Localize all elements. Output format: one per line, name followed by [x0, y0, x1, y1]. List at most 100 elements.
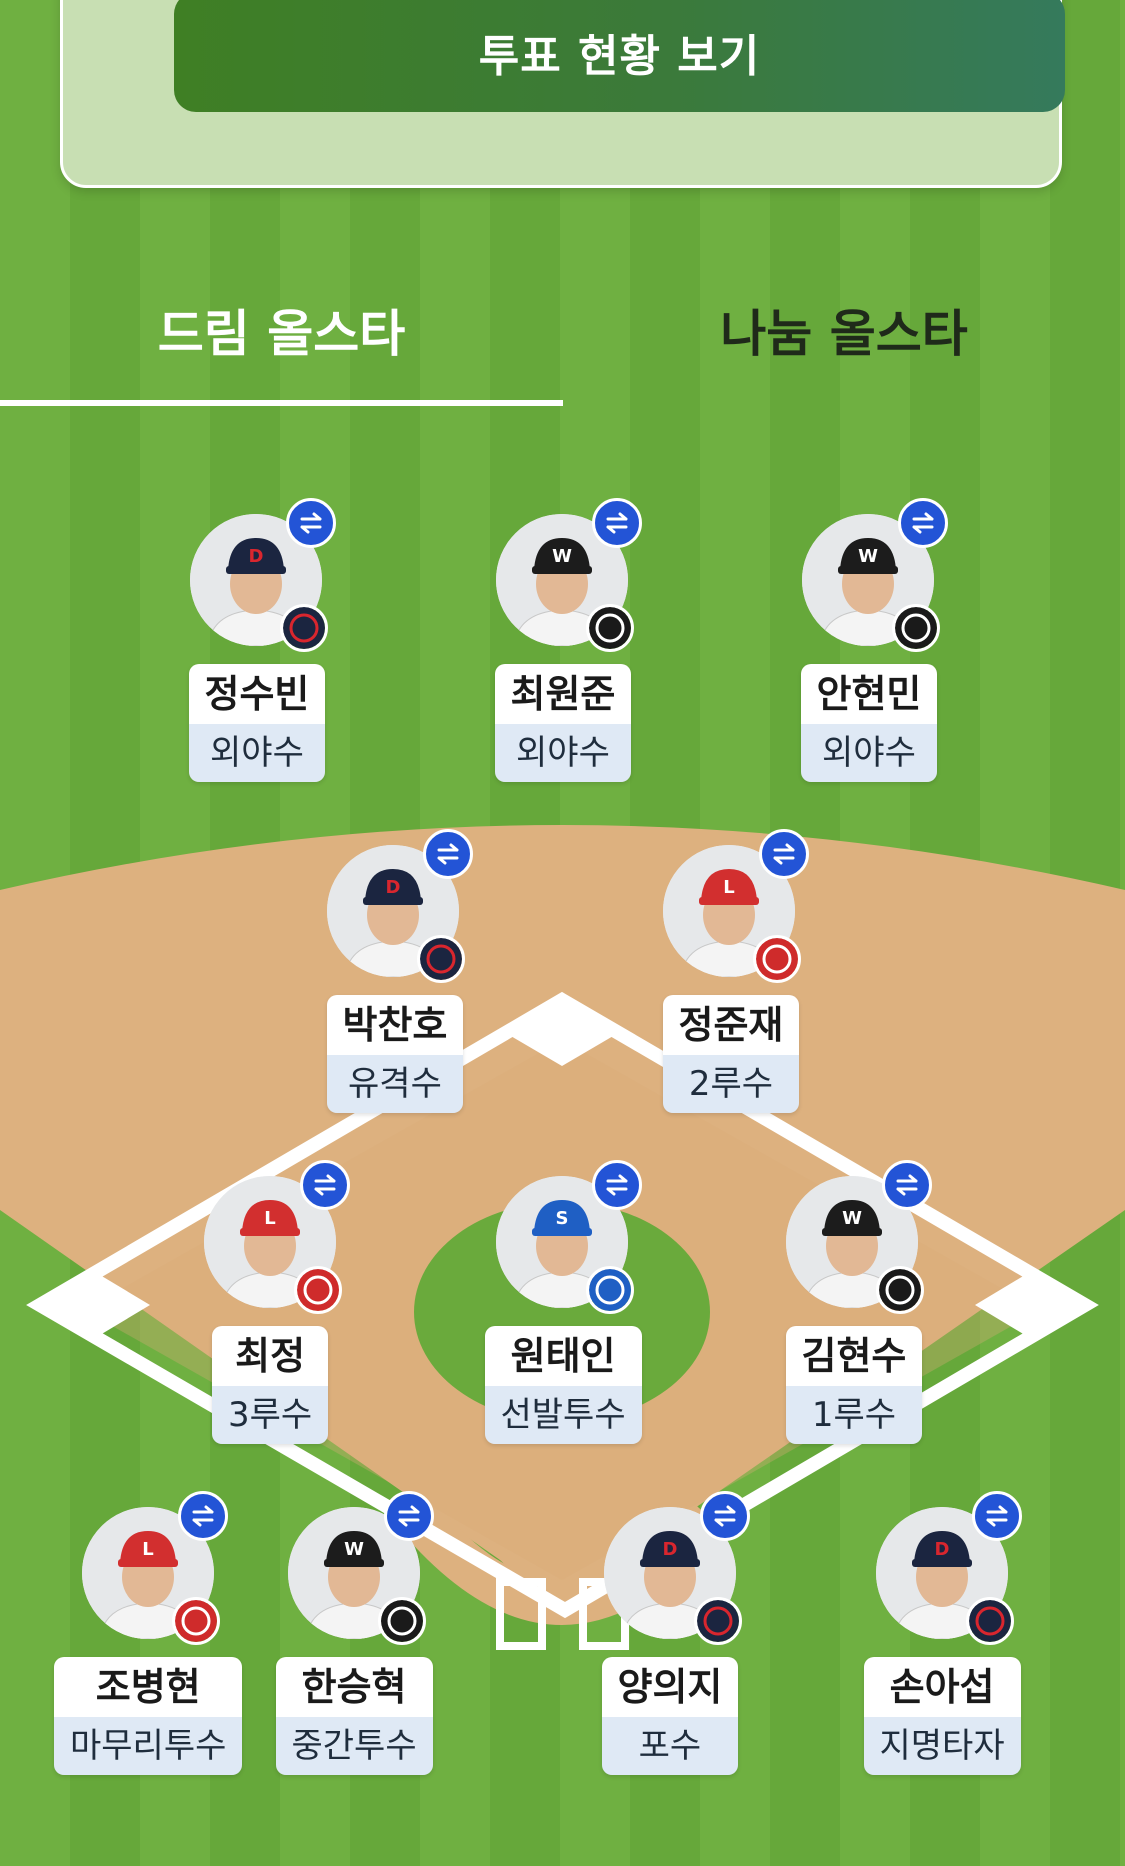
swap-arrows-icon	[606, 512, 628, 534]
player-position: 유격수	[326, 1055, 464, 1113]
player-card[interactable]: L 조병현 마무리투수	[54, 1491, 262, 1787]
player-label: 최원준 외야수	[494, 664, 632, 782]
team-logo-icon	[586, 604, 634, 652]
player-card[interactable]: L 정준재 2루수	[662, 829, 843, 1125]
swap-player-button[interactable]	[882, 1160, 932, 1210]
player-position: 1루수	[785, 1386, 923, 1444]
team-logo-icon	[694, 1597, 742, 1645]
svg-text:D: D	[663, 1539, 678, 1560]
swap-arrows-icon	[714, 1505, 736, 1527]
swap-player-button[interactable]	[423, 829, 473, 879]
player-label: 최정 3루수	[212, 1326, 329, 1444]
player-card[interactable]: S 원태인 선발투수	[484, 1160, 676, 1456]
player-card[interactable]: D 손아섭 지명타자	[863, 1491, 1056, 1787]
player-position: 외야수	[800, 724, 938, 782]
player-name: 김현수	[785, 1326, 923, 1386]
svg-text:W: W	[842, 1208, 862, 1229]
team-logo-icon	[586, 1266, 634, 1314]
swap-player-button[interactable]	[972, 1491, 1022, 1541]
player-card[interactable]: W 최원준 외야수	[494, 498, 676, 794]
tab-nanum-allstar[interactable]: 나눔 올스타	[563, 290, 1125, 370]
swap-player-button[interactable]	[300, 1160, 350, 1210]
swap-player-button[interactable]	[592, 498, 642, 548]
player-label: 정준재 2루수	[662, 995, 800, 1113]
player-name: 한승혁	[275, 1657, 433, 1717]
swap-arrows-icon	[437, 843, 459, 865]
svg-text:D: D	[249, 546, 264, 567]
player-name: 양의지	[601, 1657, 739, 1717]
player-position: 중간투수	[275, 1717, 433, 1775]
svg-text:L: L	[723, 877, 734, 898]
player-card[interactable]: L 최정 3루수	[204, 1160, 384, 1456]
player-name: 정수빈	[188, 664, 326, 724]
player-name: 정준재	[662, 995, 800, 1055]
swap-player-button[interactable]	[384, 1491, 434, 1541]
svg-text:W: W	[344, 1539, 364, 1560]
player-name: 박찬호	[326, 995, 464, 1055]
swap-arrows-icon	[398, 1505, 420, 1527]
swap-player-button[interactable]	[898, 498, 948, 548]
svg-text:L: L	[142, 1539, 153, 1560]
vote-status-card: 투표 현황 보기	[60, 0, 1065, 188]
player-label: 박찬호 유격수	[326, 995, 464, 1113]
player-position: 3루수	[212, 1386, 329, 1444]
player-label: 한승혁 중간투수	[275, 1657, 433, 1775]
team-logo-icon	[753, 935, 801, 983]
player-label: 정수빈 외야수	[188, 664, 326, 782]
player-card[interactable]: D 정수빈 외야수	[188, 498, 370, 794]
player-name: 손아섭	[863, 1657, 1021, 1717]
player-name: 조병현	[54, 1657, 243, 1717]
swap-player-button[interactable]	[592, 1160, 642, 1210]
swap-player-button[interactable]	[286, 498, 336, 548]
player-card[interactable]: W 한승혁 중간투수	[275, 1491, 468, 1787]
player-name: 안현민	[800, 664, 938, 724]
player-name: 최정	[212, 1326, 329, 1386]
player-position: 포수	[601, 1717, 739, 1775]
player-position: 외야수	[494, 724, 632, 782]
player-card[interactable]: D 박찬호 유격수	[326, 829, 507, 1125]
player-card[interactable]: D 양의지 포수	[601, 1491, 784, 1787]
player-position: 2루수	[662, 1055, 800, 1113]
player-name: 최원준	[494, 664, 632, 724]
swap-arrows-icon	[314, 1174, 336, 1196]
player-label: 김현수 1루수	[785, 1326, 923, 1444]
swap-arrows-icon	[896, 1174, 918, 1196]
vote-status-button[interactable]: 투표 현황 보기	[174, 0, 1065, 112]
swap-arrows-icon	[773, 843, 795, 865]
player-position: 선발투수	[484, 1386, 642, 1444]
swap-player-button[interactable]	[759, 829, 809, 879]
swap-player-button[interactable]	[700, 1491, 750, 1541]
svg-text:L: L	[264, 1208, 275, 1229]
svg-text:S: S	[556, 1208, 569, 1229]
player-label: 양의지 포수	[601, 1657, 739, 1775]
player-label: 안현민 외야수	[800, 664, 938, 782]
team-logo-icon	[172, 1597, 220, 1645]
swap-player-button[interactable]	[178, 1491, 228, 1541]
player-position: 지명타자	[863, 1717, 1021, 1775]
swap-arrows-icon	[912, 512, 934, 534]
team-logo-icon	[378, 1597, 426, 1645]
player-name: 원태인	[484, 1326, 642, 1386]
team-logo-icon	[876, 1266, 924, 1314]
swap-arrows-icon	[606, 1174, 628, 1196]
swap-arrows-icon	[192, 1505, 214, 1527]
team-logo-icon	[966, 1597, 1014, 1645]
player-position: 외야수	[188, 724, 326, 782]
svg-text:W: W	[858, 546, 878, 567]
swap-arrows-icon	[986, 1505, 1008, 1527]
player-card[interactable]: W 김현수 1루수	[785, 1160, 966, 1456]
player-label: 조병현 마무리투수	[54, 1657, 243, 1775]
player-label: 원태인 선발투수	[484, 1326, 642, 1444]
player-position: 마무리투수	[54, 1717, 243, 1775]
team-logo-icon	[294, 1266, 342, 1314]
team-logo-icon	[892, 604, 940, 652]
svg-text:D: D	[935, 1539, 950, 1560]
tab-dream-allstar[interactable]: 드림 올스타	[0, 290, 563, 370]
selected-tab-indicator	[0, 400, 563, 406]
svg-text:W: W	[552, 546, 572, 567]
player-card[interactable]: W 안현민 외야수	[800, 498, 982, 794]
team-logo-icon	[280, 604, 328, 652]
player-label: 손아섭 지명타자	[863, 1657, 1021, 1775]
team-logo-icon	[417, 935, 465, 983]
swap-arrows-icon	[300, 512, 322, 534]
